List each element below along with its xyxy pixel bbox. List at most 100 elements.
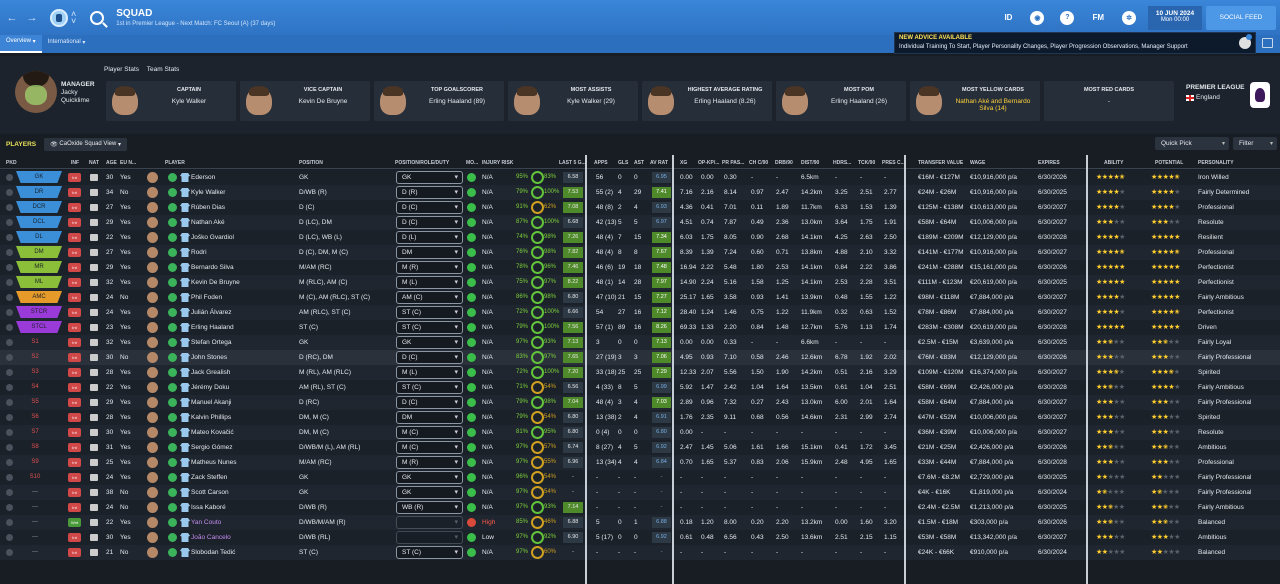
table-row[interactable]: S1 Int 32 Yes Stefan Ortega GK GK N/A 97% 93% 7.13…	[0, 335, 1280, 350]
column-header[interactable]: INF	[71, 160, 79, 166]
player-name[interactable]: Jérémy Doku	[191, 384, 229, 391]
fm-menu-button[interactable]: FM	[1092, 13, 1104, 22]
table-row[interactable]: AMC Int 24 No Phil Foden M (C), AM (RLC), ST …	[0, 290, 1280, 305]
pick-radio[interactable]	[6, 354, 13, 361]
table-row[interactable]: — Int 21 No Slobodan Tedić ST (C) ST (C) N/A 97%…	[0, 545, 1280, 560]
pick-radio[interactable]	[6, 219, 13, 226]
player-name[interactable]: Issa Kaboré	[191, 504, 226, 511]
column-header[interactable]: CH C/90	[749, 160, 768, 166]
table-row[interactable]: S5 Int 29 Yes Manuel Akanji D (RC) D (C) N/A 79%…	[0, 395, 1280, 410]
player-name[interactable]: Matheus Nunes	[191, 459, 237, 466]
role-duty-select[interactable]	[396, 531, 463, 544]
position-slot-badge[interactable]: DR	[16, 186, 62, 198]
player-name[interactable]: Nathan Aké	[191, 219, 225, 226]
player-name[interactable]: Mateo Kovačić	[191, 429, 234, 436]
column-header[interactable]: XG	[680, 160, 687, 166]
column-header[interactable]: PRES C...	[882, 160, 905, 166]
player-name[interactable]: Kevin De Bruyne	[191, 279, 240, 286]
role-duty-select[interactable]: D (C)	[396, 351, 463, 364]
position-slot-badge[interactable]: DCR	[16, 201, 62, 213]
tab-overview[interactable]: Overview ▾	[0, 35, 42, 53]
column-header[interactable]: WAGE	[970, 160, 985, 166]
role-duty-select[interactable]: M (L)	[396, 276, 463, 289]
position-slot-badge[interactable]: ML	[16, 276, 62, 288]
table-row[interactable]: S9 Int 25 Yes Matheus Nunes M/AM (RC) M (R) N/A…	[0, 455, 1280, 470]
pick-radio[interactable]	[6, 234, 13, 241]
position-slot-badge[interactable]: AMC	[16, 291, 62, 303]
role-duty-select[interactable]: WB (R)	[396, 501, 463, 514]
player-name[interactable]: João Cancelo	[191, 534, 231, 541]
position-slot-badge[interactable]: STCL	[16, 321, 62, 333]
player-name[interactable]: Ederson	[191, 174, 215, 181]
table-row[interactable]: MR Int 29 Yes Bernardo Silva M/AM (RC) M (R) N/…	[0, 260, 1280, 275]
position-slot-badge[interactable]: DM	[16, 246, 62, 258]
column-header[interactable]: TCK/90	[858, 160, 875, 166]
globe-icon[interactable]: ◉	[1030, 10, 1045, 25]
player-name[interactable]: Phil Foden	[191, 294, 222, 301]
role-duty-select[interactable]: ST (C)	[396, 381, 463, 394]
column-header[interactable]: TRANSFER VALUE	[918, 160, 963, 166]
role-duty-select[interactable]: M (R)	[396, 456, 463, 469]
unassigned-slot-label[interactable]: —	[22, 534, 48, 540]
award-card[interactable]: MOST POM Erling Haaland (26)	[776, 81, 906, 121]
position-slot-badge[interactable]: GK	[16, 171, 62, 183]
pick-radio[interactable]	[6, 324, 13, 331]
player-name[interactable]: Scott Carson	[191, 489, 229, 496]
column-header[interactable]: LAST 5 G...	[559, 160, 586, 166]
pick-radio[interactable]	[6, 339, 13, 346]
pick-radio[interactable]	[6, 384, 13, 391]
pick-radio[interactable]	[6, 279, 13, 286]
pick-radio[interactable]	[6, 264, 13, 271]
table-row[interactable]: — Int 24 No Issa Kaboré D/WB (R) WB (R) N/A 97% 9…	[0, 500, 1280, 515]
pick-radio[interactable]	[6, 459, 13, 466]
help-icon[interactable]: ?	[1060, 10, 1075, 25]
column-header[interactable]: PKD	[6, 160, 17, 166]
position-slot-badge[interactable]: DL	[16, 231, 62, 243]
tab-international[interactable]: International ▾	[42, 35, 92, 53]
column-header[interactable]: GLS	[618, 160, 628, 166]
bench-slot-label[interactable]: S5	[22, 399, 48, 405]
role-duty-select[interactable]: M (R)	[396, 261, 463, 274]
column-header[interactable]: POTENTIAL	[1155, 160, 1183, 166]
role-duty-select[interactable]: M (L)	[396, 366, 463, 379]
table-row[interactable]: S3 Int 28 Yes Jack Grealish M (RL), AM (RLC) M…	[0, 365, 1280, 380]
table-row[interactable]: S6 Int 28 Yes Kalvin Phillips DM, M (C) DM N/A 7…	[0, 410, 1280, 425]
column-header[interactable]: POSITION/ROLE/DUTY	[395, 160, 449, 166]
column-header[interactable]: MO...	[466, 160, 478, 166]
role-duty-select[interactable]: GK	[396, 171, 463, 184]
table-row[interactable]: GK Int 30 Yes Ederson GK GK N/A 95% 83% 6.58 56 0 0 6.…	[0, 170, 1280, 185]
player-name[interactable]: Sergio Gómez	[191, 444, 233, 451]
filter-button[interactable]: Filter ▾	[1233, 137, 1277, 150]
role-duty-select[interactable]: ST (C)	[396, 546, 463, 559]
player-name[interactable]: Erling Haaland	[191, 324, 234, 331]
player-name[interactable]: Rodri	[191, 249, 207, 256]
table-row[interactable]: ML Int 32 Yes Kevin De Bruyne M (RLC), AM (C)…	[0, 275, 1280, 290]
pick-radio[interactable]	[6, 369, 13, 376]
role-duty-select[interactable]: GK	[396, 336, 463, 349]
unassigned-slot-label[interactable]: —	[22, 519, 48, 525]
squad-view-selector[interactable]: 👁 CaOxide Squad View ▾	[44, 137, 128, 151]
role-duty-select[interactable]: DM	[396, 246, 463, 259]
role-duty-select[interactable]: M (C)	[396, 426, 463, 439]
table-row[interactable]: S7 Int 30 Yes Mateo Kovačić DM, M (C) M (C) N/A…	[0, 425, 1280, 440]
table-row[interactable]: — Int 30 Yes João Cancelo D/WB (RL) Low 97% 92% 6…	[0, 530, 1280, 545]
column-header[interactable]: INJURY RISK	[482, 160, 513, 166]
column-header[interactable]: PR PAS...	[722, 160, 744, 166]
tab-team-stats[interactable]: Team Stats	[147, 66, 180, 73]
player-name[interactable]: Bernardo Silva	[191, 264, 234, 271]
pick-radio[interactable]	[6, 549, 13, 556]
column-header[interactable]: APPS	[594, 160, 608, 166]
pick-radio[interactable]	[6, 399, 13, 406]
bench-slot-label[interactable]: S8	[22, 444, 48, 450]
table-row[interactable]: STCR Int 24 Yes Julián Álvarez AM (RLC), ST (…	[0, 305, 1280, 320]
player-name[interactable]: John Stones	[191, 354, 227, 361]
pick-radio[interactable]	[6, 474, 13, 481]
table-row[interactable]: — Int 38 No Scott Carson GK GK N/A 97% 54% - - - - - - -…	[0, 485, 1280, 500]
unassigned-slot-label[interactable]: —	[22, 549, 48, 555]
social-feed-button[interactable]: SOCIAL FEED	[1206, 5, 1276, 30]
role-duty-select[interactable]: GK	[396, 486, 463, 499]
role-duty-select[interactable]: D (R)	[396, 186, 463, 199]
role-duty-select[interactable]: DM	[396, 411, 463, 424]
player-name[interactable]: Rúben Dias	[191, 204, 225, 211]
player-name[interactable]: Slobodan Tedić	[191, 549, 235, 556]
